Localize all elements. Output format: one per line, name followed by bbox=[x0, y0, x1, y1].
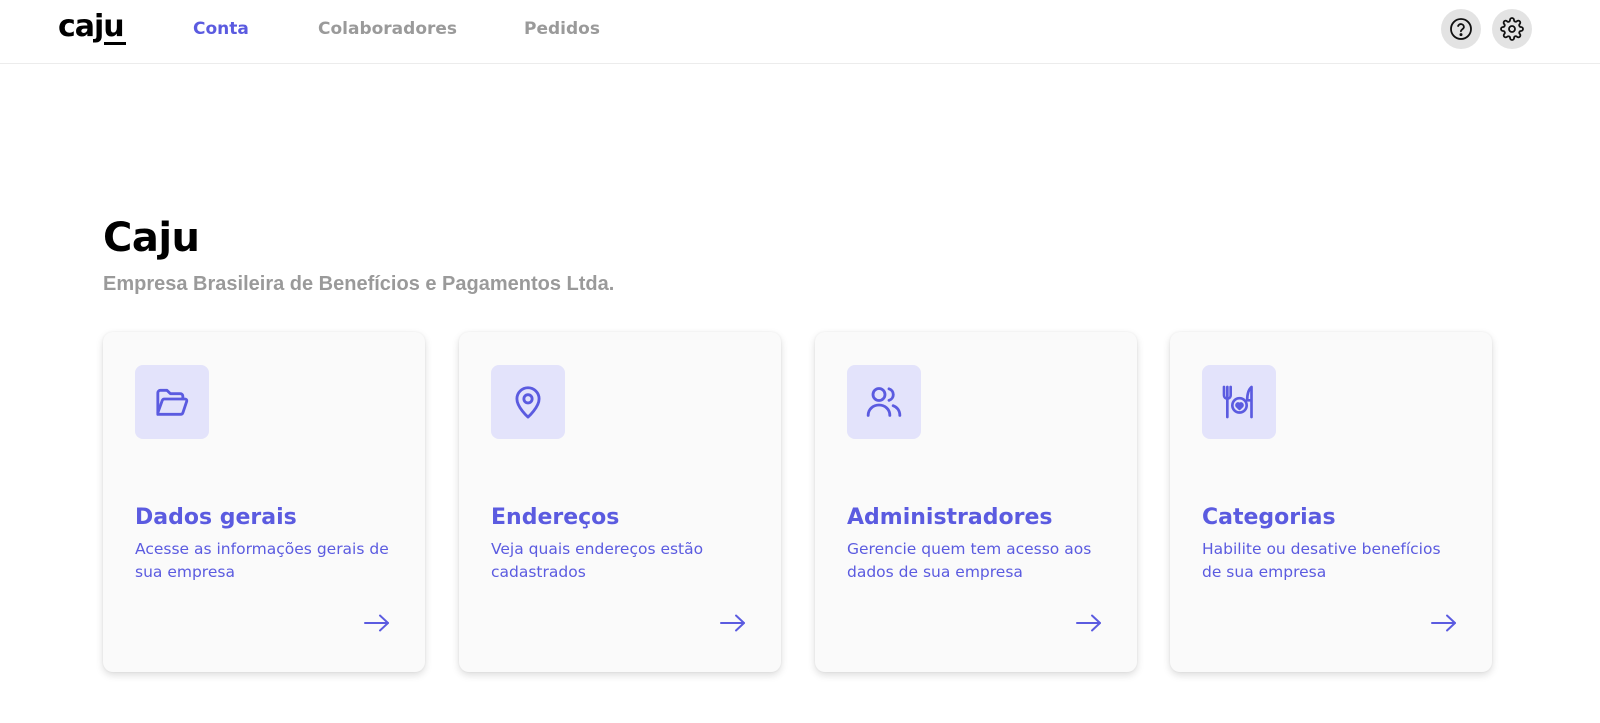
logo-underline bbox=[104, 42, 126, 45]
card-icon-container bbox=[135, 365, 209, 439]
card-dados-gerais[interactable]: Dados gerais Acesse as informações gerai… bbox=[103, 332, 425, 672]
card-icon-container bbox=[1202, 365, 1276, 439]
folder-open-icon bbox=[156, 388, 189, 416]
tab-conta[interactable]: Conta bbox=[193, 18, 249, 40]
map-pin-icon bbox=[515, 386, 541, 419]
card-description: Gerencie quem tem acesso aos dados de su… bbox=[847, 540, 1092, 581]
card-enderecos[interactable]: Endereços Veja quais endereços estão cad… bbox=[459, 332, 781, 672]
card-description: Habilite ou desative benefícios de sua e… bbox=[1202, 540, 1441, 581]
card-categorias[interactable]: Categorias Habilite ou desative benefíci… bbox=[1170, 332, 1492, 672]
card-title: Administradores bbox=[847, 505, 1053, 530]
arrow-right-icon[interactable] bbox=[1075, 612, 1103, 634]
tab-pedidos[interactable]: Pedidos bbox=[524, 18, 600, 40]
card-title: Dados gerais bbox=[135, 505, 297, 530]
card-title: Categorias bbox=[1202, 505, 1336, 530]
settings-icon bbox=[1500, 17, 1524, 41]
arrow-right-icon[interactable] bbox=[363, 612, 391, 634]
settings-button[interactable] bbox=[1492, 9, 1532, 49]
tab-colaboradores[interactable]: Colaboradores bbox=[318, 18, 457, 40]
users-icon bbox=[866, 387, 902, 417]
caju-logo[interactable]: caju bbox=[58, 10, 125, 44]
card-description: Veja quais endereços estão cadastrados bbox=[491, 540, 704, 581]
top-navigation-bar: caju Conta Colaboradores Pedidos bbox=[0, 0, 1600, 64]
page-subtitle: Empresa Brasileira de Benefícios e Pagam… bbox=[103, 273, 615, 295]
card-icon-container bbox=[491, 365, 565, 439]
page-title: Caju bbox=[103, 215, 200, 261]
food-benefit-icon bbox=[1222, 385, 1253, 419]
arrow-right-icon[interactable] bbox=[719, 612, 747, 634]
help-icon bbox=[1450, 18, 1472, 40]
card-icon-container bbox=[847, 365, 921, 439]
arrow-right-icon[interactable] bbox=[1430, 612, 1458, 634]
help-button[interactable] bbox=[1441, 9, 1481, 49]
card-description: Acesse as informações gerais de sua empr… bbox=[135, 540, 389, 581]
card-title: Endereços bbox=[491, 505, 620, 530]
card-administradores[interactable]: Administradores Gerencie quem tem acesso… bbox=[815, 332, 1137, 672]
